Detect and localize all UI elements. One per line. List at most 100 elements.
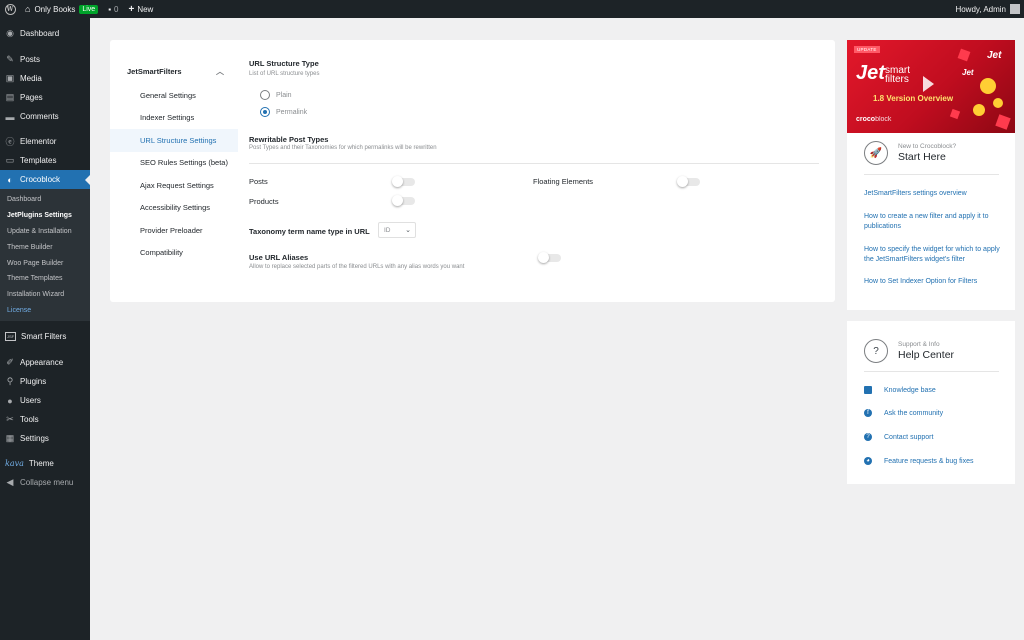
home-icon: ⌂	[25, 4, 31, 14]
menu-label: Comments	[20, 112, 59, 121]
start-here-widget: UPDATE Jet smart filters 1.8 Version Over…	[847, 40, 1015, 310]
menu-plugins[interactable]: ⚲ Plugins	[0, 372, 90, 391]
kava-logo: kava	[5, 459, 24, 469]
radio-label: Plain	[276, 91, 292, 99]
link-settings-overview[interactable]: JetSmartFilters settings overview	[864, 189, 1004, 199]
promo-banner[interactable]: UPDATE Jet smart filters 1.8 Version Over…	[847, 40, 1015, 133]
admin-sidebar: ◉ Dashboard ✎ Posts ▣ Media ▤ Pages ▬ Comment…	[0, 18, 90, 640]
menu-posts[interactable]: ✎ Posts	[0, 50, 90, 69]
menu-label: Pages	[20, 93, 43, 102]
menu-label: Crocoblock	[20, 175, 61, 184]
submenu-woo-page-builder[interactable]: Woo Page Builder	[0, 255, 90, 271]
rocket-icon: 🚀	[864, 141, 888, 165]
products-toggle[interactable]	[392, 195, 415, 206]
menu-label: Templates	[20, 156, 57, 165]
nav-provider-preloader[interactable]: Provider Preloader	[110, 219, 238, 242]
submenu-installation-wizard[interactable]: Installation Wizard	[0, 287, 90, 303]
question-mark-icon: ?	[864, 339, 888, 363]
site-name-link[interactable]: ⌂ Only Books Live	[20, 0, 103, 18]
floating-elements-toggle[interactable]	[677, 176, 700, 187]
radio-button[interactable]	[260, 90, 270, 100]
menu-templates[interactable]: ▭ Templates	[0, 151, 90, 170]
new-content-link[interactable]: + New	[123, 0, 158, 18]
greeting: Howdy, Admin	[955, 4, 1006, 14]
settings-panel: JetSmartFilters ︿ General Settings Index…	[110, 40, 835, 302]
menu-label: Media	[20, 74, 42, 83]
settings-nav-header[interactable]: JetSmartFilters ︿	[110, 60, 238, 82]
link-knowledge-base[interactable]: Knowledge base	[864, 386, 936, 394]
menu-label: Smart Filters	[21, 332, 67, 342]
menu-pages[interactable]: ▤ Pages	[0, 88, 90, 107]
version-overview: 1.8 Version Overview	[873, 94, 954, 103]
submenu-jetplugins-settings[interactable]: JetPlugins Settings	[0, 208, 90, 224]
menu-dashboard[interactable]: ◉ Dashboard	[0, 24, 90, 43]
menu-tools[interactable]: ✂ Tools	[0, 410, 90, 429]
account-menu[interactable]: Howdy, Admin	[955, 4, 1024, 14]
link-specify-widget[interactable]: How to specify the widget for which to a…	[864, 245, 1004, 265]
comments-link[interactable]: ▪ 0	[103, 0, 123, 18]
menu-crocoblock[interactable]: ◐ Crocoblock	[0, 170, 90, 189]
nav-indexer-settings[interactable]: Indexer Settings	[110, 107, 238, 130]
menu-label: Dashboard	[20, 29, 60, 38]
start-here-title: Start Here	[898, 151, 946, 163]
link-create-filter[interactable]: How to create a new filter and apply it …	[864, 212, 1004, 232]
menu-label: Plugins	[20, 377, 47, 387]
url-aliases-toggle[interactable]	[538, 252, 561, 263]
help-link-label: Knowledge base	[884, 386, 936, 394]
menu-appearance[interactable]: ✐ Appearance	[0, 353, 90, 372]
submenu-dashboard[interactable]: Dashboard	[0, 192, 90, 208]
smart-filters-icon: JSF	[5, 332, 16, 342]
jet-mini-logo: Jet	[987, 50, 1002, 61]
decor-cube-icon	[995, 114, 1011, 130]
menu-theme[interactable]: kava Theme	[0, 454, 90, 473]
menu-label: Appearance	[20, 358, 64, 368]
question-icon: ?	[864, 433, 872, 441]
new-label: New	[137, 4, 154, 14]
start-here-header: 🚀 New to Crocoblock? Start Here	[864, 141, 956, 165]
menu-elementor[interactable]: ⓔ Elementor	[0, 132, 90, 151]
menu-media[interactable]: ▣ Media	[0, 69, 90, 88]
submenu-theme-templates[interactable]: Theme Templates	[0, 271, 90, 287]
menu-label: Elementor	[20, 137, 57, 146]
menu-label: Tools	[20, 415, 39, 425]
nav-ajax-request-settings[interactable]: Ajax Request Settings	[110, 174, 238, 197]
play-icon[interactable]	[923, 76, 934, 92]
taxonomy-select[interactable]: ID ⌄	[378, 222, 416, 238]
nav-seo-rules-settings[interactable]: SEO Rules Settings (beta)	[110, 152, 238, 175]
dashboard-icon: ◉	[6, 28, 14, 38]
menu-settings[interactable]: ▦ Settings	[0, 429, 90, 448]
menu-users[interactable]: ● Users	[0, 391, 90, 410]
avatar	[1010, 4, 1020, 14]
media-icon: ▣	[5, 73, 15, 83]
plugins-icon: ⚲	[6, 376, 14, 387]
help-center-header: ? Support & Info Help Center	[864, 339, 954, 363]
nav-general-settings[interactable]: General Settings	[110, 84, 238, 107]
radio-button[interactable]	[260, 107, 270, 117]
radio-permalink[interactable]: Permalink	[260, 107, 307, 117]
submenu-license[interactable]: License	[0, 303, 90, 319]
live-badge: Live	[79, 4, 99, 14]
link-indexer-option[interactable]: How to Set Indexer Option for Filters	[864, 277, 1004, 287]
submenu-update-installation[interactable]: Update & Installation	[0, 224, 90, 240]
radio-plain[interactable]: Plain	[260, 90, 292, 100]
wordpress-logo-icon[interactable]: W	[0, 0, 20, 18]
crocoblock-logo: crocoblock	[856, 116, 891, 123]
help-link-label: Ask the community	[884, 409, 944, 417]
posts-toggle[interactable]	[392, 176, 415, 187]
nav-compatibility[interactable]: Compatibility	[110, 242, 238, 265]
folder-icon: ▭	[5, 155, 15, 165]
crocoblock-icon: ◐	[7, 174, 13, 185]
url-structure-title: URL Structure Type	[249, 59, 319, 68]
filters-text: filters	[885, 74, 909, 85]
menu-smart-filters[interactable]: JSF Smart Filters	[0, 327, 90, 346]
link-feature-requests[interactable]: ◕ Feature requests & bug fixes	[864, 457, 974, 465]
link-contact-support[interactable]: ? Contact support	[864, 433, 933, 441]
products-label: Products	[249, 197, 279, 206]
nav-url-structure-settings[interactable]: URL Structure Settings	[110, 129, 238, 152]
nav-accessibility-settings[interactable]: Accessibility Settings	[110, 197, 238, 220]
link-ask-community[interactable]: f Ask the community	[864, 409, 943, 417]
menu-comments[interactable]: ▬ Comments	[0, 107, 90, 126]
collapse-menu-button[interactable]: ◀ Collapse menu	[0, 473, 90, 492]
submenu-theme-builder[interactable]: Theme Builder	[0, 239, 90, 255]
new-to-crocoblock: New to Crocoblock?	[898, 143, 957, 150]
